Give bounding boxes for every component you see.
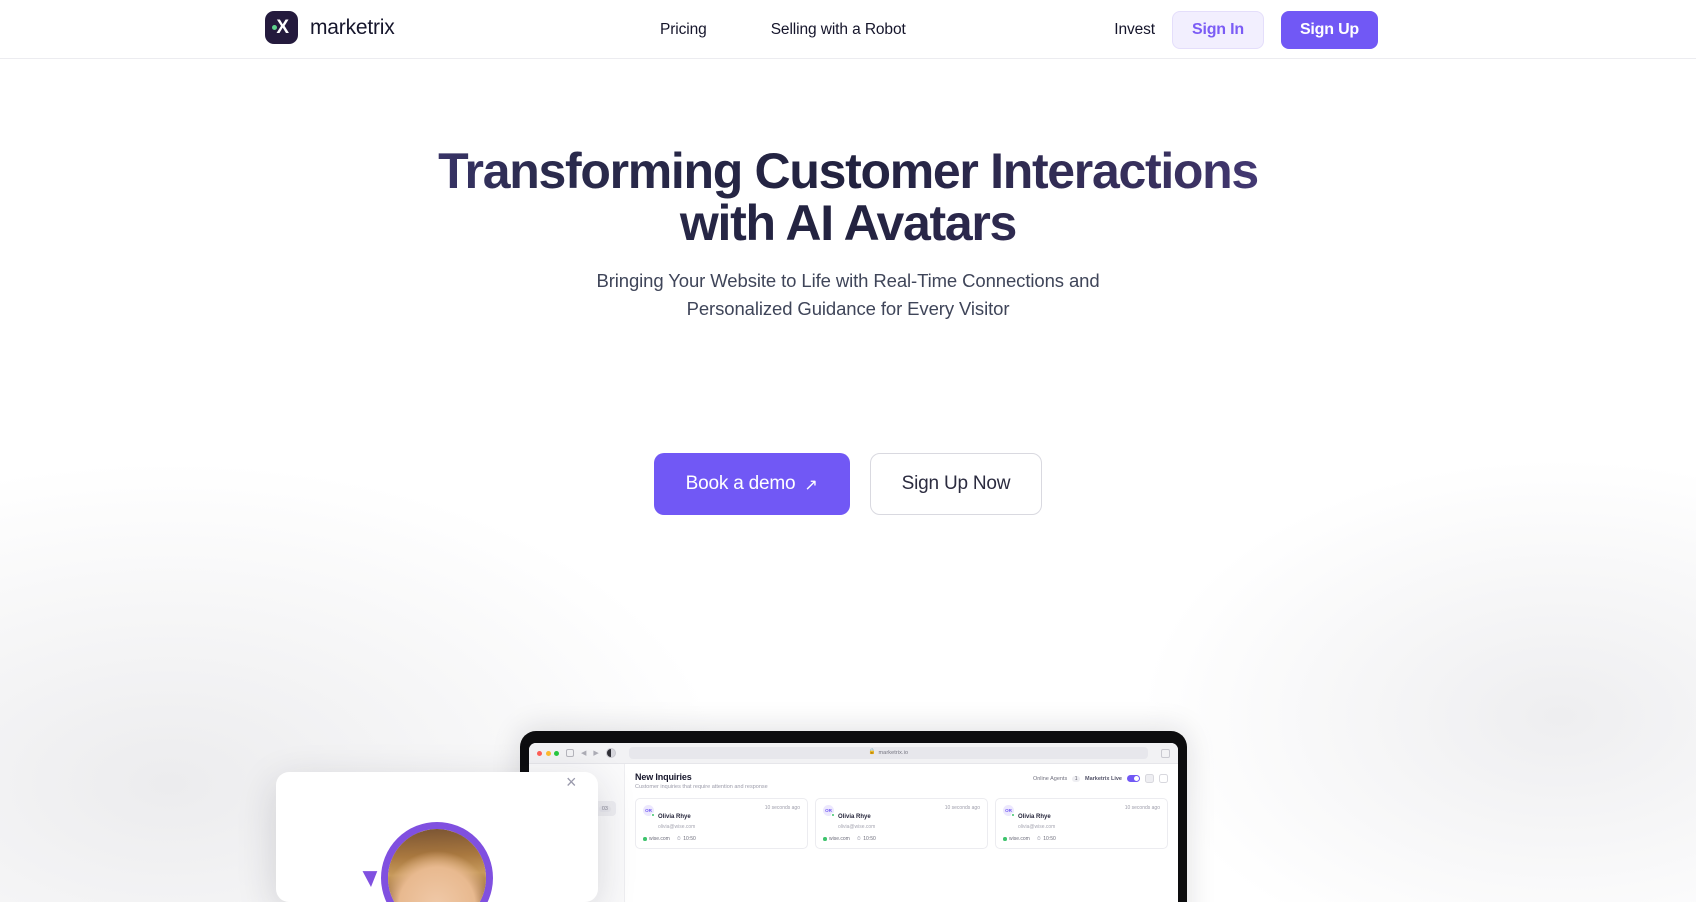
browser-url-bar[interactable]: 🔒 marketrix.io (628, 747, 1148, 759)
inquiry-card-duration: ⏱ 10:50 (1037, 836, 1056, 842)
sidebar-toggle-icon[interactable] (566, 749, 574, 757)
cursor-pointer-icon (362, 865, 383, 887)
inquiry-card-identity: Olivia Rhye olivia@wise.com (838, 805, 875, 830)
inquiry-card-site: wise.com (1003, 836, 1030, 842)
app-main-header: New Inquiries Customer inquiries that re… (635, 772, 1168, 790)
inquiry-card-site: wise.com (643, 836, 670, 842)
inquiry-card-site-label: wise.com (649, 836, 670, 842)
app-window: Marketrix Live Live Traffic Incoming 03 … (529, 764, 1178, 902)
hero-cta-group: Book a demo ↗ Sign Up Now (0, 453, 1696, 515)
inquiry-card-email: olivia@wise.com (658, 824, 696, 830)
new-inquiries-heading: New Inquiries (635, 772, 692, 782)
marketrix-live-toggle[interactable] (1127, 775, 1140, 782)
online-agents-label: Online Agents (1032, 775, 1068, 782)
grid-view-icon[interactable] (1145, 774, 1154, 783)
sign-up-now-button[interactable]: Sign Up Now (869, 453, 1043, 515)
inquiry-card-name: Olivia Rhye (658, 814, 691, 820)
forward-chevron-icon[interactable]: ▶ (593, 750, 598, 757)
online-status-dot-icon (823, 837, 827, 841)
inquiry-card-identity: Olivia Rhye olivia@wise.com (658, 805, 695, 830)
inquiry-card-duration: ⏱ 10:50 (857, 836, 876, 842)
avatar-video-circle[interactable] (381, 822, 493, 902)
inquiry-card-meta: wise.com ⏱ 10:50 (643, 836, 800, 842)
hero-subtitle-line-1: Bringing Your Website to Life with Real-… (596, 270, 1100, 291)
online-status-dot-icon (1003, 837, 1007, 841)
logo-green-dot-icon (272, 25, 277, 30)
nav-item-invest[interactable]: Invest (1114, 21, 1155, 39)
close-icon[interactable]: × (560, 772, 579, 792)
hero-title-line-2: with AI Avatars (679, 195, 1017, 251)
nav-item-pricing[interactable]: Pricing (660, 21, 707, 39)
arrow-up-right-icon: ↗ (804, 477, 818, 494)
inquiry-card-email: olivia@wise.com (1018, 824, 1056, 830)
inquiry-card-name: Olivia Rhye (838, 814, 871, 820)
site-header: X marketrix Pricing Selling with a Robot… (0, 0, 1696, 59)
brand-logo-link[interactable]: X marketrix (265, 11, 395, 44)
sign-in-button[interactable]: Sign In (1172, 10, 1264, 49)
inquiry-card-site-label: wise.com (1009, 836, 1030, 842)
inquiry-card-duration: ⏱ 10:50 (677, 836, 696, 842)
online-status-dot-icon (643, 837, 647, 841)
book-a-demo-button[interactable]: Book a demo ↗ (653, 453, 850, 515)
laptop-screen: ◀ ▶ 🔒 marketrix.io Marketrix Live Live T… (529, 743, 1178, 902)
clock-icon: ⏱ (676, 836, 681, 842)
brand-name: marketrix (310, 15, 395, 39)
avatar: OR (823, 805, 835, 817)
marketrix-live-label: Marketrix Live (1085, 775, 1122, 782)
clock-icon: ⏱ (1036, 836, 1041, 842)
inquiry-card-list: OR Olivia Rhye olivia@wise.com 10 second… (635, 798, 1168, 849)
reader-contrast-icon[interactable] (605, 748, 616, 758)
logo-x-glyph: X (276, 17, 289, 38)
browser-chrome-bar: ◀ ▶ 🔒 marketrix.io (529, 743, 1178, 764)
app-main-header-controls: Online Agents 1 Marketrix Live (1033, 772, 1168, 783)
list-view-icon[interactable] (1159, 774, 1168, 783)
lock-icon: 🔒 (868, 749, 876, 756)
inquiry-card-meta: wise.com ⏱ 10:50 (1003, 836, 1160, 842)
inquiry-card-duration-label: 10:50 (1043, 836, 1056, 842)
avatar-video-popup (276, 772, 598, 902)
inquiry-card-email: olivia@wise.com (838, 824, 876, 830)
avatar: OR (643, 805, 655, 817)
inquiry-card-timestamp: 10 seconds ago (944, 805, 980, 811)
inquiry-card-header: OR Olivia Rhye olivia@wise.com 10 second… (823, 805, 980, 830)
marketrix-logo-icon: X (265, 11, 298, 44)
inquiry-card-duration-label: 10:50 (683, 836, 696, 842)
inquiry-card-header: OR Olivia Rhye olivia@wise.com 10 second… (643, 805, 800, 830)
clock-icon: ⏱ (856, 836, 861, 842)
inquiry-card[interactable]: OR Olivia Rhye olivia@wise.com 10 second… (635, 798, 808, 849)
sign-up-button[interactable]: Sign Up (1280, 10, 1378, 49)
app-main-header-text: New Inquiries Customer inquiries that re… (635, 772, 768, 790)
page-title: Transforming Customer Interactions with … (0, 145, 1696, 249)
book-a-demo-label: Book a demo (685, 473, 796, 494)
inquiry-card-timestamp: 10 seconds ago (1124, 805, 1160, 811)
avatar: OR (1003, 805, 1015, 817)
new-inquiries-subheading: Customer inquiries that require attentio… (635, 784, 768, 790)
hero-subtitle-line-2: Personalized Guidance for Every Visitor (686, 298, 1010, 320)
header-actions: Invest Sign In Sign Up (1114, 0, 1378, 59)
inquiry-card-meta: wise.com ⏱ 10:50 (823, 836, 980, 842)
browser-refresh-icon[interactable] (1161, 748, 1170, 758)
inquiry-card-timestamp: 10 seconds ago (764, 805, 800, 811)
inquiry-card-name: Olivia Rhye (1018, 814, 1051, 820)
laptop-mockup: ◀ ▶ 🔒 marketrix.io Marketrix Live Live T… (520, 731, 1187, 902)
hero-title-line-1: Transforming Customer Interactions (438, 143, 1258, 199)
primary-navigation: Pricing Selling with a Robot (660, 0, 906, 59)
online-agents-count-badge: 1 (1072, 775, 1080, 782)
app-main-content: New Inquiries Customer inquiries that re… (625, 764, 1178, 902)
inquiry-card-header: OR Olivia Rhye olivia@wise.com 10 second… (1003, 805, 1160, 830)
sidebar-item-incoming-count: 03 (598, 805, 611, 812)
inquiry-card[interactable]: OR Olivia Rhye olivia@wise.com 10 second… (815, 798, 988, 849)
hero-subtitle: Bringing Your Website to Life with Real-… (0, 267, 1696, 323)
browser-url-text: marketrix.io (878, 750, 909, 756)
inquiry-card-site: wise.com (823, 836, 850, 842)
traffic-lights-icon (537, 750, 559, 756)
inquiry-card[interactable]: OR Olivia Rhye olivia@wise.com 10 second… (995, 798, 1168, 849)
inquiry-card-site-label: wise.com (829, 836, 850, 842)
inquiry-card-duration-label: 10:50 (863, 836, 876, 842)
back-chevron-icon[interactable]: ◀ (581, 750, 586, 757)
hero-section: Transforming Customer Interactions with … (0, 59, 1696, 902)
nav-item-selling-with-a-robot[interactable]: Selling with a Robot (771, 21, 906, 39)
inquiry-card-identity: Olivia Rhye olivia@wise.com (1018, 805, 1055, 830)
